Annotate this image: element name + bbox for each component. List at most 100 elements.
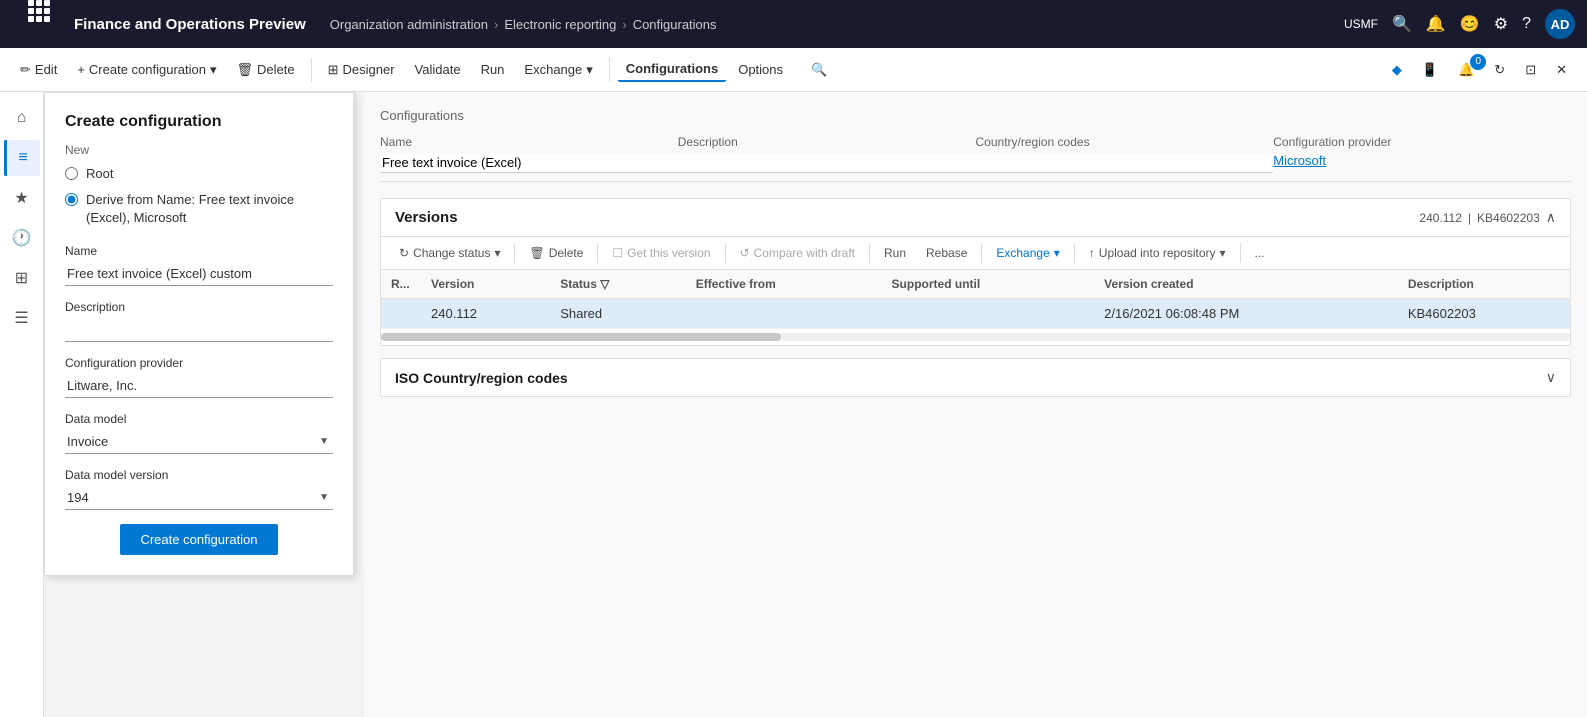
filter-icon[interactable]: ▽ <box>600 277 609 291</box>
sidebar-menu-icon[interactable]: ☰ <box>4 300 40 336</box>
change-status-button[interactable]: ↻ Change status ▾ <box>391 243 508 263</box>
compare-with-draft-button[interactable]: ↺ Compare with draft <box>732 243 863 263</box>
col-header-effective-from[interactable]: Effective from <box>686 270 882 299</box>
change-status-chevron: ▾ <box>494 246 500 260</box>
designer-button[interactable]: ⊞ Designer <box>320 58 403 82</box>
data-model-version-select[interactable]: 194 <box>65 486 333 510</box>
col-label-provider: Configuration provider <box>1273 135 1571 149</box>
vtoolbar-sep-2 <box>597 243 598 263</box>
col-label-country: Country/region codes <box>976 135 1274 149</box>
versions-exchange-button[interactable]: Exchange ▾ <box>988 243 1067 263</box>
get-version-icon: ☐ <box>612 246 623 260</box>
data-model-select[interactable]: Invoice <box>65 430 333 454</box>
versions-toolbar: ↻ Change status ▾ 🗑 Delete ☐ Get this ve… <box>381 237 1570 270</box>
run-button[interactable]: Run <box>473 58 513 81</box>
radio-root-label[interactable]: Root <box>86 165 113 183</box>
breadcrumb-item-1[interactable]: Organization administration <box>330 17 488 32</box>
data-model-field-group: Data model Invoice <box>65 412 333 454</box>
sidebar-clock-icon[interactable]: 🕐 <box>4 220 40 256</box>
sidebar-grid-icon[interactable]: ⊞ <box>4 260 40 296</box>
col-header-description[interactable]: Description <box>1398 270 1570 299</box>
versions-collapse-icon[interactable]: ∧ <box>1546 209 1556 226</box>
vtoolbar-sep-5 <box>981 243 982 263</box>
radio-derive-item[interactable]: Derive from Name: Free text invoice (Exc… <box>65 191 333 227</box>
vtoolbar-sep-7 <box>1240 243 1241 263</box>
cell-status: Shared <box>550 299 686 329</box>
radio-derive-label[interactable]: Derive from Name: Free text invoice (Exc… <box>86 191 333 227</box>
col-header-version-created[interactable]: Version created <box>1094 270 1398 299</box>
edit-button[interactable]: ✏ Edit <box>12 58 65 82</box>
config-name-input[interactable] <box>380 153 678 173</box>
versions-run-button[interactable]: Run <box>876 243 914 263</box>
description-field-group: Description <box>65 300 333 342</box>
delete-button[interactable]: 🗑 Delete <box>229 58 303 82</box>
radio-derive-input[interactable] <box>65 193 78 206</box>
name-input[interactable] <box>65 262 333 286</box>
create-configuration-button[interactable]: + Create configuration ▾ <box>69 58 224 82</box>
bell-icon[interactable]: 🔔 <box>1426 14 1446 34</box>
settings-icon[interactable]: ⚙ <box>1494 14 1508 34</box>
sidebar-star-icon[interactable]: ★ <box>4 180 40 216</box>
upload-repository-button[interactable]: ↑ Upload into repository ▾ <box>1081 243 1234 263</box>
versions-more-button[interactable]: ... <box>1247 243 1273 263</box>
name-field-label: Name <box>65 244 333 258</box>
config-provider-input[interactable] <box>65 374 333 398</box>
iso-header[interactable]: ISO Country/region codes ∨ <box>381 359 1570 396</box>
versions-header: Versions 240.112 | KB4602203 ∧ <box>381 199 1570 237</box>
sidebar-list-icon[interactable]: ≡ <box>4 140 40 176</box>
iso-expand-icon[interactable]: ∨ <box>1546 369 1556 386</box>
help-icon[interactable]: ? <box>1522 15 1531 33</box>
compare-icon: ↺ <box>740 246 750 260</box>
breadcrumb-sep-1: › <box>494 17 498 32</box>
configurations-tab[interactable]: Configurations <box>618 57 726 82</box>
main-toolbar: ✏ Edit + Create configuration ▾ 🗑 Delete… <box>0 48 1587 92</box>
data-model-version-field-group: Data model version 194 <box>65 468 333 510</box>
scrollbar-thumb[interactable] <box>381 333 781 341</box>
face-icon[interactable]: 😊 <box>1460 14 1480 34</box>
col-header-version[interactable]: Version <box>421 270 550 299</box>
versions-table-header-row: R... Version Status ▽ Effective from Sup… <box>381 270 1570 299</box>
create-panel-title: Create configuration <box>65 113 333 131</box>
cell-version: 240.112 <box>421 299 550 329</box>
breadcrumb-item-2[interactable]: Electronic reporting <box>504 17 616 32</box>
radio-root-input[interactable] <box>65 167 78 180</box>
config-country-input[interactable] <box>976 153 1274 173</box>
versions-rebase-button[interactable]: Rebase <box>918 243 975 263</box>
versions-delete-button[interactable]: 🗑 Delete <box>521 243 591 263</box>
avatar[interactable]: AD <box>1545 9 1575 39</box>
col-header-status: Status ▽ <box>550 270 686 299</box>
refresh-icon-btn[interactable]: ↻ <box>1486 58 1513 82</box>
create-configuration-submit-button[interactable]: Create configuration <box>120 524 277 555</box>
radio-root-item[interactable]: Root <box>65 165 333 183</box>
versions-meta: 240.112 | KB4602203 ∧ <box>1419 209 1556 226</box>
radio-group: Root Derive from Name: Free text invoice… <box>65 165 333 228</box>
validate-button[interactable]: Validate <box>407 58 469 81</box>
toolbar-search-icon[interactable]: 🔍 <box>803 58 835 82</box>
exchange-button[interactable]: Exchange ▾ <box>516 58 600 82</box>
get-this-version-button[interactable]: ☐ Get this version <box>604 243 718 263</box>
breadcrumb: Organization administration › Electronic… <box>330 17 1336 32</box>
exchange-chevron-icon: ▾ <box>1054 246 1060 260</box>
options-tab[interactable]: Options <box>730 58 791 81</box>
open-new-btn[interactable]: ⊡ <box>1517 58 1544 82</box>
apps-grid-icon[interactable] <box>12 0 66 52</box>
horizontal-scrollbar[interactable] <box>381 333 1570 341</box>
toolbar-separator-2 <box>609 58 610 82</box>
kb-number: KB4602203 <box>1477 211 1540 225</box>
table-row[interactable]: 240.112 Shared 2/16/2021 06:08:48 PM KB4… <box>381 299 1570 329</box>
trash-icon: 🗑 <box>237 62 254 78</box>
col-header-r: R... <box>381 270 421 299</box>
config-description-input[interactable] <box>678 153 976 173</box>
config-col-country: Country/region codes <box>976 135 1274 173</box>
config-provider-value[interactable]: Microsoft <box>1273 153 1571 168</box>
diamond-icon-btn[interactable]: ◆ <box>1384 58 1410 82</box>
breadcrumb-sep-2: › <box>622 17 626 32</box>
col-header-supported-until[interactable]: Supported until <box>882 270 1095 299</box>
description-input[interactable] <box>65 318 333 342</box>
breadcrumb-item-3[interactable]: Configurations <box>633 17 717 32</box>
search-icon[interactable]: 🔍 <box>1392 14 1412 34</box>
phone-icon-btn[interactable]: 📱 <box>1414 58 1446 82</box>
sidebar-home-icon[interactable]: ⌂ <box>4 100 40 136</box>
versions-section: Versions 240.112 | KB4602203 ∧ ↻ Change … <box>380 198 1571 346</box>
close-btn[interactable]: ✕ <box>1548 58 1575 82</box>
